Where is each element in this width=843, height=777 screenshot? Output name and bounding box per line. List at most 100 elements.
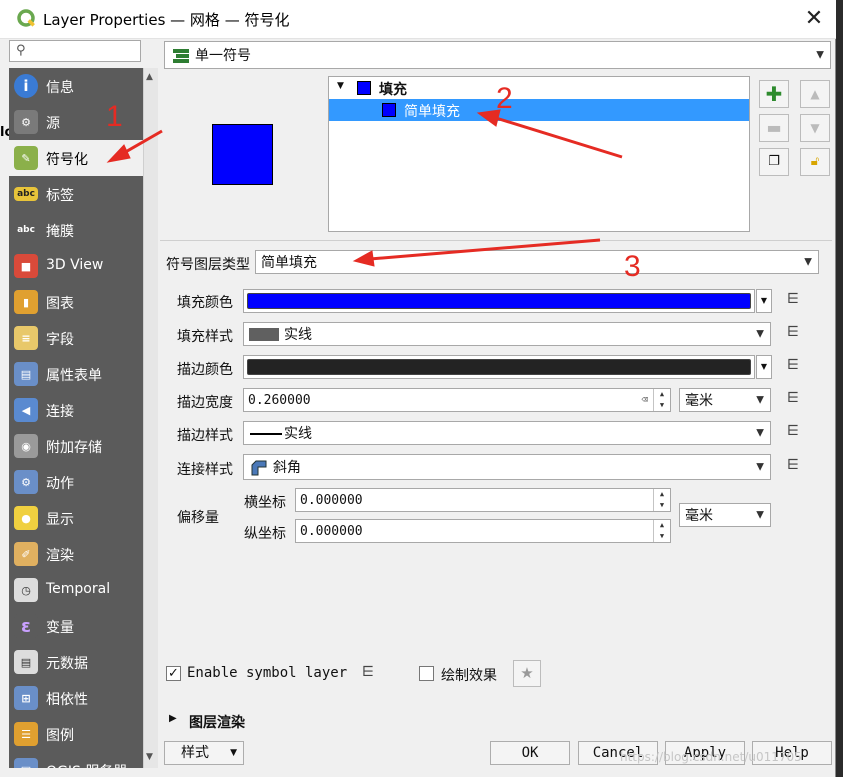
sidebar-item-14[interactable]: ◷ Temporal xyxy=(9,572,143,608)
tree-row-fill[interactable]: ▼ 填充 xyxy=(329,77,749,99)
sidebar-item-5[interactable]: ■ 3D View xyxy=(9,248,143,284)
chart-icon: ▮ xyxy=(14,290,38,314)
fill-color-button[interactable] xyxy=(243,289,755,313)
sidebar-item-6[interactable]: ▮ 图表 xyxy=(9,284,143,320)
data-defined-override-icon[interactable]: ⋿ xyxy=(780,390,806,410)
spin-arrows-icon[interactable]: ▲ ▼ xyxy=(653,489,670,511)
cube-icon: ■ xyxy=(14,254,38,278)
window-title: Layer Properties — 网格 — 符号化 xyxy=(43,11,290,29)
stroke-color-swatch xyxy=(247,359,751,375)
sidebar-item-4[interactable]: abc 掩膜 xyxy=(9,212,143,248)
enable-symbol-layer-label: Enable symbol layer xyxy=(187,665,348,681)
sidebar-item-label: QGIS 服务器 xyxy=(46,761,127,768)
sidebar-item-1[interactable]: ⚙ 源 xyxy=(9,104,143,140)
layer-rendering-section[interactable]: 图层渲染 xyxy=(189,712,245,732)
fill-style-label: 填充样式 xyxy=(177,329,233,345)
data-defined-override-icon[interactable]: ⋿ xyxy=(780,357,806,377)
duplicate-layer-button[interactable]: ❐ xyxy=(759,148,789,176)
sidebar-item-label: 3D View xyxy=(46,257,104,273)
data-defined-override-icon[interactable]: ⋿ xyxy=(355,664,381,684)
lock-icon[interactable]: 🔓︎ xyxy=(800,148,830,176)
close-icon[interactable]: ✕ xyxy=(800,5,828,33)
single-symbol-icon xyxy=(173,49,189,63)
collapse-arrow-icon[interactable]: ▶ xyxy=(169,713,177,724)
chevron-down-icon: ▼ xyxy=(230,748,237,758)
ok-button[interactable]: OK xyxy=(490,741,570,765)
sidebar-item-9[interactable]: ◀ 连接 xyxy=(9,392,143,428)
solid-line-icon xyxy=(250,433,282,435)
sidebar-item-7[interactable]: ≡ 字段 xyxy=(9,320,143,356)
speech-bubble-icon: ● xyxy=(14,506,38,530)
add-symbol-layer-button[interactable]: ✚ xyxy=(759,80,789,108)
sidebar-scrollbar[interactable]: ▲ ▼ xyxy=(143,68,158,768)
sidebar-search-input[interactable]: ⚲ xyxy=(9,40,141,62)
fill-color-swatch xyxy=(247,293,751,309)
clock-icon: ◷ xyxy=(14,578,38,602)
sidebar-item-17[interactable]: ⊞ 相依性 xyxy=(9,680,143,716)
data-defined-override-icon[interactable]: ⋿ xyxy=(780,324,806,344)
sidebar-item-8[interactable]: ▤ 属性表单 xyxy=(9,356,143,392)
sidebar-item-0[interactable]: i 信息 xyxy=(9,68,143,104)
offset-x-label: 横坐标 xyxy=(244,495,286,511)
fill-color-menu-button[interactable]: ▼ xyxy=(756,289,772,313)
data-defined-override-icon[interactable]: ⋿ xyxy=(780,457,806,477)
tree-row-simple-fill[interactable]: 简单填充 xyxy=(329,99,749,121)
enable-symbol-layer-checkbox[interactable]: ✓ xyxy=(166,666,181,681)
stroke-color-menu-button[interactable]: ▼ xyxy=(756,355,772,379)
sidebar-item-16[interactable]: ▤ 元数据 xyxy=(9,644,143,680)
stroke-color-label: 描边颜色 xyxy=(177,362,233,378)
fill-style-select[interactable]: 实线 ▼ xyxy=(243,322,771,346)
sidebar-item-label: 渲染 xyxy=(46,548,74,564)
offset-y-label: 纵坐标 xyxy=(244,526,286,542)
symbol-layer-tree[interactable]: ▼ 填充 简单填充 xyxy=(328,76,750,232)
offset-y-input[interactable]: 0.000000 ▲ ▼ xyxy=(295,519,671,543)
epsilon-icon: ε xyxy=(14,614,38,638)
dependency-icon: ⊞ xyxy=(14,686,38,710)
sidebar-item-3[interactable]: abc 标签 xyxy=(9,176,143,212)
chevron-down-icon: ▼ xyxy=(756,461,764,473)
renderer-select[interactable]: 单一符号 ▼ xyxy=(164,41,831,69)
sidebar-item-18[interactable]: ☰ 图例 xyxy=(9,716,143,752)
abc-mask-icon: abc xyxy=(14,223,38,237)
join-style-select[interactable]: 斜角 ▼ xyxy=(243,454,771,480)
sidebar-item-11[interactable]: ⚙ 动作 xyxy=(9,464,143,500)
symbol-preview xyxy=(212,124,273,185)
sidebar-item-label: 元数据 xyxy=(46,656,88,672)
remove-symbol-layer-button[interactable]: ▬ xyxy=(759,114,789,142)
style-menu-button[interactable]: 样式 ▼ xyxy=(164,741,244,765)
stroke-color-button[interactable] xyxy=(243,355,755,379)
spin-arrows-icon[interactable]: ▲ ▼ xyxy=(653,389,670,411)
offset-x-input[interactable]: 0.000000 ▲ ▼ xyxy=(295,488,671,512)
data-defined-override-icon[interactable]: ⋿ xyxy=(780,423,806,443)
server-icon: ▣ xyxy=(14,758,38,768)
data-defined-override-icon[interactable]: ⋿ xyxy=(780,291,806,311)
sidebar-item-15[interactable]: ε 变量 xyxy=(9,608,143,644)
expand-arrow-icon[interactable]: ▼ xyxy=(337,81,344,91)
layer-type-select[interactable]: 简单填充 ▼ xyxy=(255,250,819,274)
qgis-logo-icon xyxy=(17,9,35,27)
effects-star-icon[interactable]: ★ xyxy=(513,660,541,687)
unit-value: 毫米 xyxy=(685,393,713,409)
stroke-width-input[interactable]: 0.260000 ⌫ ▲ ▼ xyxy=(243,388,671,412)
sidebar-item-label: 附加存储 xyxy=(46,440,102,456)
sidebar-item-10[interactable]: ◉ 附加存储 xyxy=(9,428,143,464)
sidebar-item-label: 符号化 xyxy=(46,152,88,168)
chevron-down-icon: ▼ xyxy=(756,509,764,521)
move-down-button[interactable]: ▼ xyxy=(800,114,830,142)
sidebar-item-2[interactable]: ✎ 符号化 xyxy=(9,140,143,176)
spin-arrows-icon[interactable]: ▲ ▼ xyxy=(653,520,670,542)
move-up-button[interactable]: ▲ xyxy=(800,80,830,108)
draw-effects-checkbox[interactable] xyxy=(419,666,434,681)
sidebar-item-12[interactable]: ● 显示 xyxy=(9,500,143,536)
stroke-style-select[interactable]: 实线 ▼ xyxy=(243,421,771,445)
draw-effects-label: 绘制效果 xyxy=(441,668,497,684)
abc-label-icon: abc xyxy=(14,187,38,201)
sidebar-item-19[interactable]: ▣ QGIS 服务器 xyxy=(9,752,143,768)
offset-unit-select[interactable]: 毫米 ▼ xyxy=(679,503,771,527)
clear-icon[interactable]: ⌫ xyxy=(641,393,648,406)
stroke-width-unit-select[interactable]: 毫米 ▼ xyxy=(679,388,771,412)
scroll-down-icon[interactable]: ▼ xyxy=(146,752,153,762)
scroll-up-icon[interactable]: ▲ xyxy=(146,72,153,82)
sidebar-item-13[interactable]: ✐ 渲染 xyxy=(9,536,143,572)
layer-type-label: 符号图层类型 xyxy=(166,257,250,273)
